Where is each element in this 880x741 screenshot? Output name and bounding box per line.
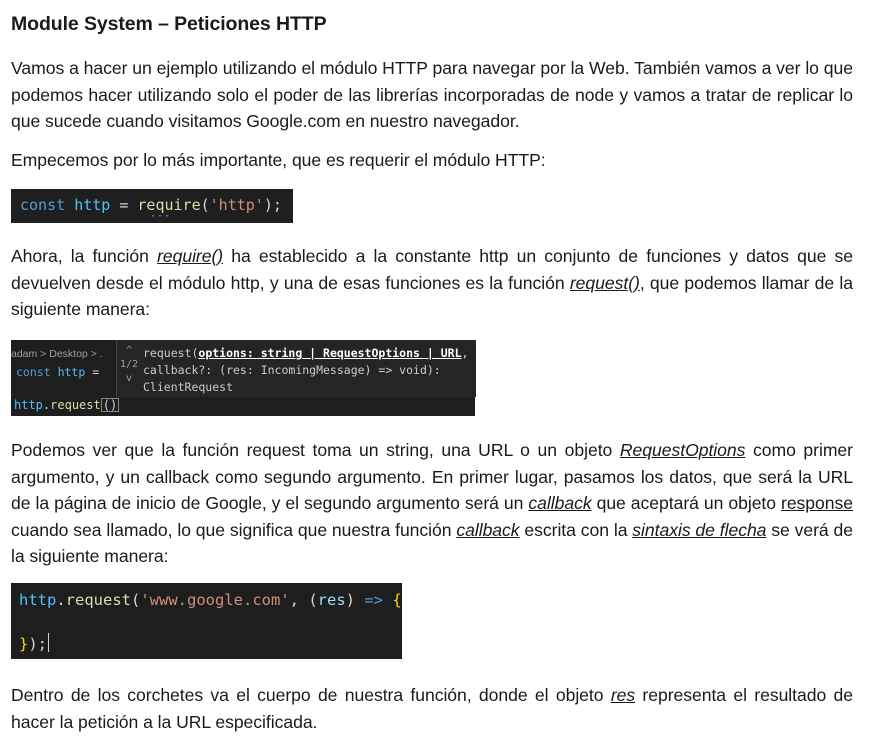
signature-text: request(options: string | RequestOptions…	[143, 346, 469, 394]
code-line: const http =	[16, 365, 100, 379]
callback-link[interactable]: callback	[528, 493, 591, 513]
callback-link-2[interactable]: callback	[456, 520, 519, 540]
request-explanation-paragraph: Podemos ver que la función request toma …	[11, 440, 853, 566]
chevron-up-icon[interactable]: ^	[120, 344, 138, 358]
intro-paragraph: Vamos a hacer un ejemplo utilizando el m…	[11, 58, 853, 131]
chevron-down-icon[interactable]: v	[120, 372, 138, 386]
code-line: http.request('www.google.com', (res) => …	[19, 591, 402, 609]
text-cursor	[48, 633, 50, 652]
require-link[interactable]: require()	[157, 246, 223, 266]
arrow-syntax-link[interactable]: sintaxis de flecha	[632, 520, 766, 540]
request-signature-snippet: adam > Desktop > . const http = http.req…	[11, 340, 476, 416]
require-intro-paragraph: Empecemos por lo más importante, que es …	[11, 150, 546, 170]
overload-count: 1/2	[120, 359, 139, 370]
require-explanation-paragraph: Ahora, la función require() ha estableci…	[11, 246, 854, 319]
code-line: });	[19, 633, 50, 653]
hint-dots-icon: ···	[150, 211, 172, 222]
res-link[interactable]: res	[611, 685, 635, 705]
closing-paragraph: Dentro de los corchetes va el cuerpo de …	[11, 685, 853, 732]
request-link[interactable]: request()	[570, 273, 640, 293]
code-line: http.request()	[14, 398, 120, 412]
breadcrumb: adam > Desktop > .	[11, 348, 103, 360]
overload-navigator[interactable]: ^ 1/2 v	[120, 344, 138, 386]
request-callback-snippet: http.request('www.google.com', (res) => …	[11, 583, 402, 659]
response-link[interactable]: response	[781, 493, 853, 513]
require-code-snippet: const http = require('http'); ···	[11, 189, 293, 223]
signature-help-tooltip: ^ 1/2 v request(options: string | Reques…	[116, 340, 476, 397]
request-options-link[interactable]: RequestOptions	[620, 440, 746, 460]
page-title: Module System – Peticiones HTTP	[11, 13, 327, 35]
